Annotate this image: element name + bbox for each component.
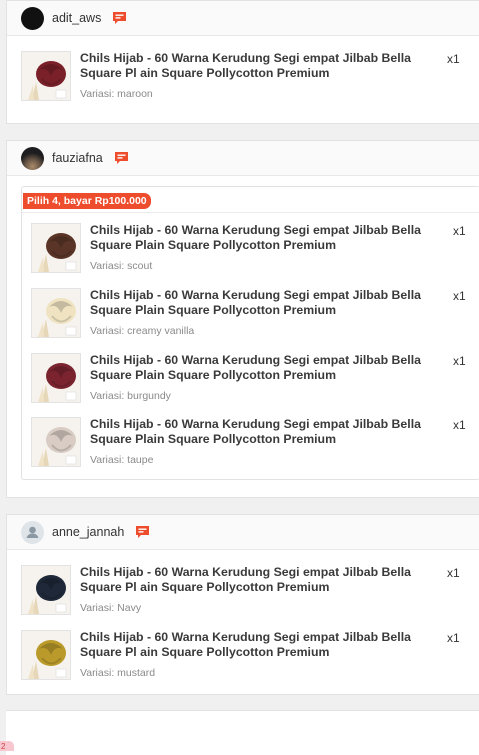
product-quantity: x1 [447, 52, 460, 66]
product-quantity: x1 [453, 224, 466, 238]
product-thumbnail [31, 417, 81, 467]
username[interactable]: adit_aws [52, 11, 101, 25]
product-title: Chils Hijab - 60 Warna Kerudung Segi emp… [90, 223, 421, 252]
product-title: Chils Hijab - 60 Warna Kerudung Segi emp… [80, 51, 411, 80]
seller-header: fauziafna [7, 141, 479, 176]
product-variant: Variasi: taupe [90, 454, 154, 466]
order-card: anne_jannah Chils Hijab - 60 Warna Kerud… [6, 514, 479, 695]
chat-icon[interactable] [112, 11, 127, 25]
bundle-badge[interactable]: Pilih 4, bayar Rp100.000 [23, 193, 151, 209]
next-order-card [6, 710, 479, 755]
product-thumbnail [31, 288, 81, 338]
product-quantity: x1 [453, 289, 466, 303]
corner-badge[interactable]: 2 [0, 741, 14, 751]
seller-header: adit_aws [7, 1, 479, 36]
product-title: Chils Hijab - 60 Warna Kerudung Segi emp… [90, 353, 421, 382]
product-thumbnail [31, 223, 81, 273]
list-item[interactable]: Chils Hijab - 60 Warna Kerudung Segi emp… [31, 417, 479, 473]
product-title: Chils Hijab - 60 Warna Kerudung Segi emp… [80, 565, 411, 594]
product-title: Chils Hijab - 60 Warna Kerudung Segi emp… [90, 288, 421, 317]
list-item[interactable]: Chils Hijab - 60 Warna Kerudung Segi emp… [21, 51, 476, 107]
avatar[interactable] [21, 520, 44, 544]
product-quantity: x1 [447, 566, 460, 580]
product-thumbnail [21, 51, 71, 101]
product-quantity: x1 [453, 354, 466, 368]
avatar[interactable] [21, 146, 44, 170]
list-item[interactable]: Chils Hijab - 60 Warna Kerudung Segi emp… [21, 565, 476, 621]
product-variant: Variasi: scout [90, 260, 153, 272]
list-item[interactable]: Chils Hijab - 60 Warna Kerudung Segi emp… [21, 630, 476, 686]
username[interactable]: anne_jannah [52, 525, 124, 539]
product-thumbnail [31, 353, 81, 403]
product-variant: Variasi: Navy [80, 602, 142, 614]
product-quantity: x1 [447, 631, 460, 645]
product-thumbnail [21, 630, 71, 680]
order-card: adit_aws Chils Hijab - 60 Warna Kerudung… [6, 0, 479, 124]
product-variant: Variasi: mustard [80, 667, 156, 679]
avatar[interactable] [21, 6, 44, 30]
list-item[interactable]: Chils Hijab - 60 Warna Kerudung Segi emp… [31, 353, 479, 409]
username[interactable]: fauziafna [52, 151, 103, 165]
list-item[interactable]: Chils Hijab - 60 Warna Kerudung Segi emp… [31, 288, 479, 344]
product-title: Chils Hijab - 60 Warna Kerudung Segi emp… [80, 630, 411, 659]
chat-icon[interactable] [114, 151, 129, 165]
product-variant: Variasi: creamy vanilla [90, 325, 195, 337]
chat-icon[interactable] [135, 525, 150, 539]
order-card: fauziafna Pilih 4, bayar Rp100.000 Chils… [6, 140, 479, 498]
product-variant: Variasi: burgundy [90, 390, 171, 402]
bundle-header: Pilih 4, bayar Rp100.000 [22, 187, 479, 213]
product-quantity: x1 [453, 418, 466, 432]
product-variant: Variasi: maroon [80, 88, 153, 100]
bundle-deal-group: Pilih 4, bayar Rp100.000 Chils Hijab - 6… [21, 186, 479, 480]
list-item[interactable]: Chils Hijab - 60 Warna Kerudung Segi emp… [31, 223, 479, 279]
product-title: Chils Hijab - 60 Warna Kerudung Segi emp… [90, 417, 421, 446]
user-silhouette-icon [26, 526, 39, 538]
seller-header: anne_jannah [7, 515, 479, 550]
product-thumbnail [21, 565, 71, 615]
